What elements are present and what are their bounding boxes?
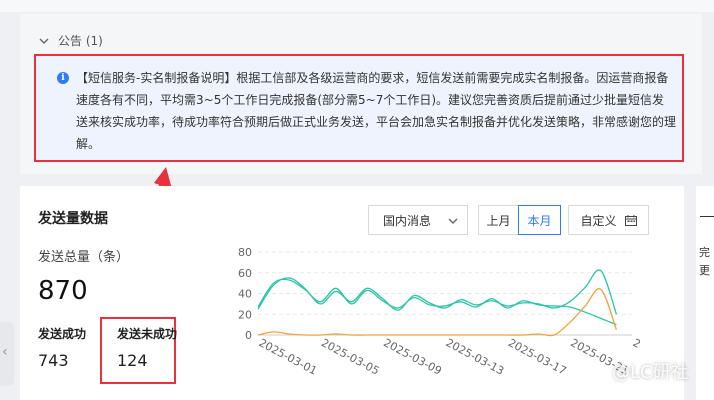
fail-value: 124 [117,351,148,370]
prev-month-button[interactable]: 上月 [478,205,519,235]
fail-label: 发送未成功 [117,327,178,341]
watermark: @LC研社 [612,362,689,383]
notice-toggle[interactable]: 公告 (1) [38,32,103,49]
chevron-left-icon: ‹ [2,344,8,360]
notice-header-label: 公告 (1) [58,34,103,48]
x-tick-label: 2025-03-05 [319,336,382,377]
total-value: 870 [38,276,88,306]
y-tick-label: 20 [238,308,252,321]
x-tick-label: 2025-03-13 [444,336,507,377]
this-month-button[interactable]: 本月 [518,205,561,235]
y-tick-label: 40 [238,288,252,301]
chevron-down-icon [448,218,458,224]
series-line-1 [257,269,618,315]
side-card: 完 更 [696,186,714,400]
series-line-2 [257,278,617,326]
send-volume-line-chart: 0204060802025-03-01 2025-03-05 2025-03-09 2… [238,246,640,378]
side-text-1: 完 [699,246,710,259]
chevron-down-icon [39,38,49,44]
calendar-icon [624,214,637,226]
y-tick-label: 60 [238,267,252,280]
send-stats-card: 发送量数据 发送总量（条） 870 发送成功 743 发送未成功 124 国内消… [20,186,684,400]
side-text-2: 更 [699,264,710,277]
region-select-value: 国内消息 [383,213,432,228]
custom-range-label: 自定义 [580,213,617,228]
success-label: 发送成功 [38,327,87,341]
notice-text: 【短信服务-实名制报备说明】根据工信部及各级运营商的要求，短信发送前需要完成实名… [76,71,677,151]
info-icon: i [57,72,69,84]
notice-box: i 【短信服务-实名制报备说明】根据工信部及各级运营商的要求，短信发送前需要完成… [34,54,684,162]
y-tick-label: 80 [238,246,252,259]
x-tick-label: 2025-03-01 [257,336,320,377]
collapse-handle[interactable]: ‹ [0,322,14,386]
side-dash [700,216,714,217]
top-strip [0,0,714,12]
x-tick-label: 2025-03-09 [381,336,444,377]
stats-title: 发送量数据 [38,211,108,227]
this-month-label: 本月 [527,213,552,228]
total-label: 发送总量（条） [38,250,130,265]
region-select[interactable]: 国内消息 [368,205,468,235]
prev-month-label: 上月 [486,213,511,228]
x-tick-label: 2025-03-17 [506,336,569,377]
custom-range-button[interactable]: 自定义 [568,205,649,235]
success-value: 743 [38,351,69,370]
y-tick-label: 0 [245,329,252,342]
notice-panel: 公告 (1) i 【短信服务-实名制报备说明】根据工信部及各级运营商的要求，短信… [20,14,702,174]
